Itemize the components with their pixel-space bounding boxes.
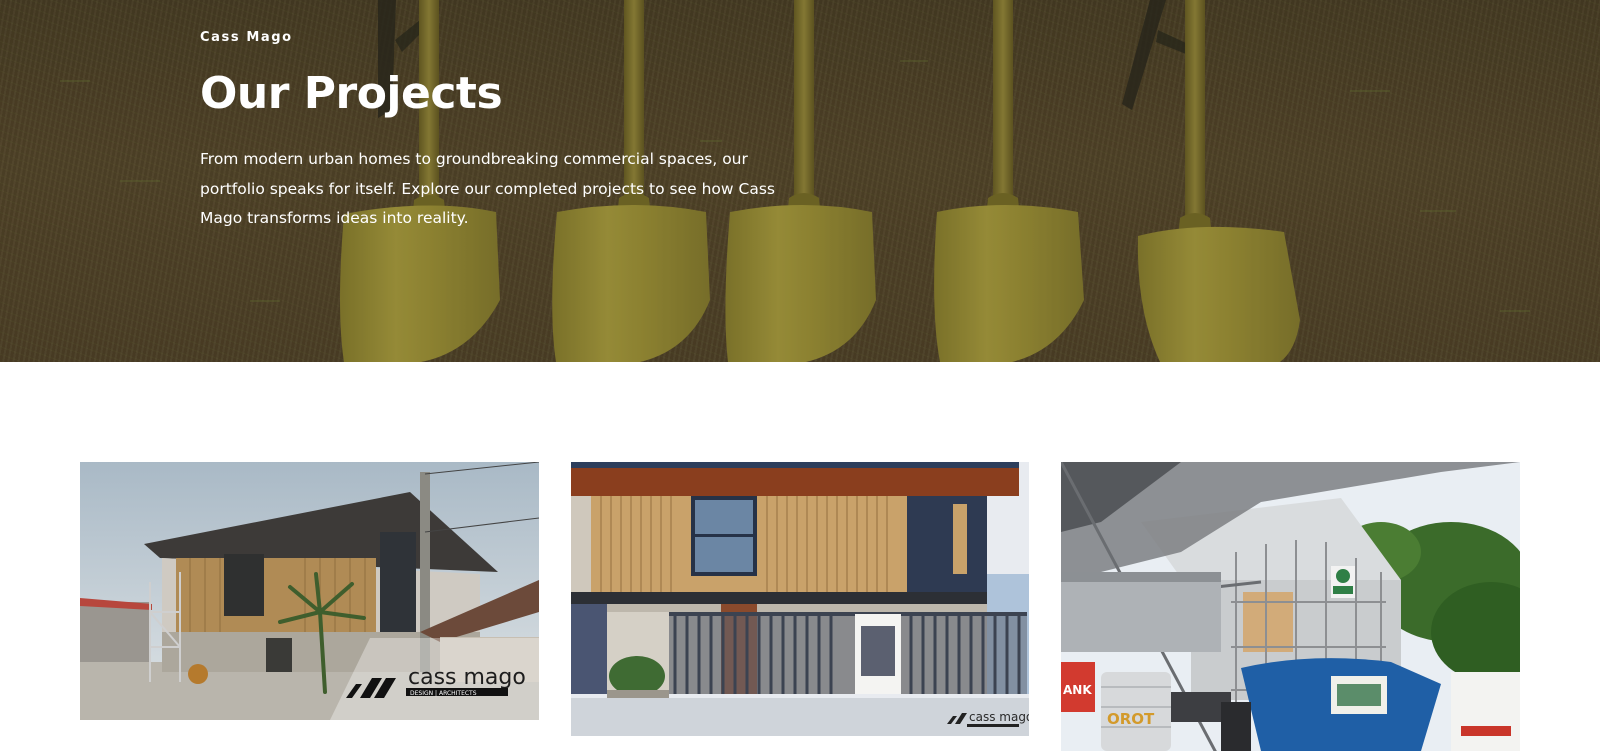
hero-intro-text: From modern urban homes to groundbreakin…: [200, 150, 775, 227]
page-title: Our Projects: [200, 68, 503, 119]
project-2-photo: cass mago: [571, 462, 1029, 736]
project-card-2[interactable]: cass mago: [571, 462, 1029, 736]
brand-eyebrow: Cass Mago: [200, 30, 293, 45]
tank-label: OROT: [1107, 710, 1155, 728]
project-3-photo: OROT ANK: [1061, 462, 1520, 751]
hero-banner: Cass Mago Our Projects From modern urban…: [0, 0, 1600, 362]
project-card-1[interactable]: cass mago DESIGN | ARCHITECTS: [80, 462, 539, 720]
project-card-3[interactable]: OROT ANK: [1061, 462, 1520, 751]
watermark-subtext: DESIGN | ARCHITECTS: [410, 690, 477, 697]
project-1-photo: cass mago DESIGN | ARCHITECTS: [80, 462, 539, 720]
watermark-text: cass mago: [969, 710, 1029, 724]
projects-grid: cass mago DESIGN | ARCHITECTS cass mago …: [0, 362, 1600, 751]
shop-sign-text: ANK: [1063, 683, 1092, 697]
watermark-text: cass mago: [408, 665, 526, 690]
hero-content: Cass Mago Our Projects From modern urban…: [200, 28, 820, 234]
